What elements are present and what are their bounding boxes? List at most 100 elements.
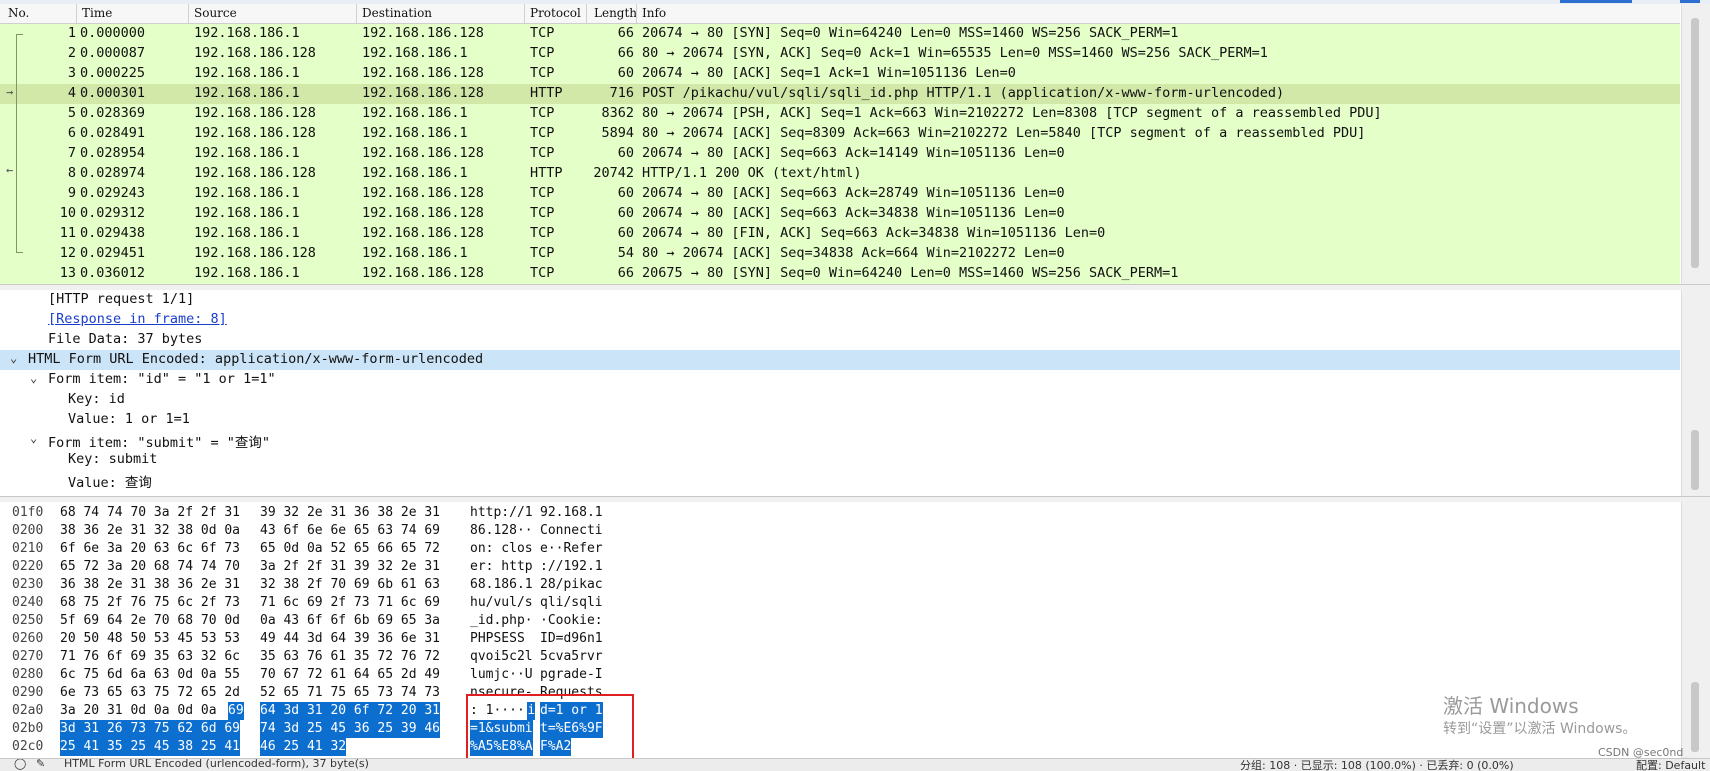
packet-cell-len: 66 <box>617 265 634 281</box>
packet-list[interactable]: No. Time Source Destination Protocol Len… <box>0 0 1710 284</box>
byte-row[interactable]: 02a0 3a 20 31 0d 0a 0d 0a 69 64 3d 31 20 6f… <box>0 702 1680 720</box>
packet-cell-no: 3 <box>67 65 76 81</box>
byte-row[interactable]: 02c0 25 41 35 25 45 38 25 41 46 25 41 32 %A… <box>0 738 1680 756</box>
packet-cell-no: 7 <box>67 145 76 161</box>
detail-form-item-submit[interactable]: ⌄ Form item: "submit" = "查询" <box>0 430 1680 451</box>
packet-cell-time: 0.028491 <box>80 125 146 141</box>
packet-row[interactable]: 13 0.036012 192.168.186.1 192.168.186.128 TC… <box>0 264 1680 284</box>
packet-cell-info: 80 → 20674 [SYN, ACK] Seq=0 Ack=1 Win=65… <box>642 45 1268 61</box>
packet-row[interactable]: 3 0.000225 192.168.186.1 192.168.186.128 TCP… <box>0 64 1680 84</box>
column-time[interactable]: Time <box>82 6 112 20</box>
toolbar-accent <box>1560 0 1632 3</box>
packet-cell-time: 0.028369 <box>80 105 146 121</box>
packet-cell-dst: 192.168.186.1 <box>362 125 468 141</box>
byte-row[interactable]: 0230 36 38 2e 31 38 36 2e 31 32 38 2f 70 6… <box>0 576 1680 594</box>
packet-row[interactable]: 4 0.000301 192.168.186.1 192.168.186.128 HTT… <box>0 84 1680 104</box>
packet-cell-dst: 192.168.186.128 <box>362 265 484 281</box>
detail-response-link[interactable]: [Response in frame: 8] <box>0 310 1680 330</box>
byte-hex-a: 6e 73 65 63 75 72 65 2d <box>60 685 241 700</box>
byte-row[interactable]: 0210 6f 6e 3a 20 63 6c 6f 73 65 0d 0a 52 6… <box>0 540 1680 558</box>
column-source[interactable]: Source <box>194 6 237 20</box>
packet-cell-dst: 192.168.186.128 <box>362 185 484 201</box>
packet-row[interactable]: 9 0.029243 192.168.186.1 192.168.186.128 TCP… <box>0 184 1680 204</box>
packet-row[interactable]: 6 0.028491 192.168.186.128 192.168.186.1 TCP… <box>0 124 1680 144</box>
packet-row[interactable]: 12 0.029451 192.168.186.128 192.168.186.1 TC… <box>0 244 1680 264</box>
byte-asc-b: qli/sqli <box>540 595 603 610</box>
packet-cell-time: 0.000000 <box>80 25 146 41</box>
detail-value-id[interactable]: Value: 1 or 1=1 <box>0 410 1680 430</box>
status-packet-counts: 分组: 108 · 已显示: 108 (100.0%) · 已丢弃: 0 (0.… <box>1240 759 1514 771</box>
scrollbar-thumb[interactable] <box>1691 430 1699 490</box>
scrollbar-thumb[interactable] <box>1691 682 1699 752</box>
byte-row[interactable]: 02b0 3d 31 26 73 75 62 6d 69 74 3d 25 45 3… <box>0 720 1680 738</box>
byte-row[interactable]: 0240 68 75 2f 76 75 6c 2f 73 71 6c 69 2f 7… <box>0 594 1680 612</box>
packet-cell-no: 5 <box>67 105 76 121</box>
packet-row[interactable]: 7 0.028954 192.168.186.1 192.168.186.128 TCP… <box>0 144 1680 164</box>
packet-row[interactable]: 1 0.000000 192.168.186.1 192.168.186.128 TCP… <box>0 24 1680 44</box>
packet-row[interactable]: 11 0.029438 192.168.186.1 192.168.186.128 TC… <box>0 224 1680 244</box>
byte-asc-a: er: http <box>470 559 533 574</box>
byte-off: 0290 <box>12 685 44 700</box>
packet-list-header: No. Time Source Destination Protocol Len… <box>0 4 1680 24</box>
byte-off: 0230 <box>12 577 44 592</box>
packet-cell-proto: HTTP <box>530 85 563 101</box>
byte-row[interactable]: 0260 20 50 48 50 53 45 53 53 49 44 3d 64 3… <box>0 630 1680 648</box>
detail-key-id[interactable]: Key: id <box>0 390 1680 410</box>
byte-hex-b: 70 67 72 61 64 65 2d 49 <box>260 667 441 682</box>
details-scrollbar[interactable] <box>1681 290 1710 496</box>
packet-cell-info: 80 → 20674 [PSH, ACK] Seq=1 Ack=663 Win=… <box>642 105 1382 121</box>
packet-cell-no: 12 <box>59 245 76 261</box>
response-frame-link[interactable]: [Response in frame: 8] <box>48 311 227 327</box>
detail-form-item-id[interactable]: ⌄ Form item: "id" = "1 or 1=1" <box>0 370 1680 390</box>
expert-info-icon[interactable]: ✎ <box>36 759 45 770</box>
status-profile[interactable]: 配置: Default <box>1636 759 1705 771</box>
column-no[interactable]: No. <box>8 6 29 20</box>
detail-value-submit[interactable]: Value: 查询 <box>0 470 1680 491</box>
packet-cell-len: 66 <box>617 25 634 41</box>
byte-off: 0210 <box>12 541 44 556</box>
packet-cell-len: 60 <box>617 225 634 241</box>
byte-row[interactable]: 0280 6c 75 6d 6a 63 0d 0a 55 70 67 72 61 6… <box>0 666 1680 684</box>
packet-cell-len: 60 <box>617 185 634 201</box>
packet-row[interactable]: 2 0.000087 192.168.186.128 192.168.186.1 TCP… <box>0 44 1680 64</box>
chevron-down-icon[interactable]: ⌄ <box>10 351 17 365</box>
column-info[interactable]: Info <box>642 6 666 20</box>
packet-cell-src: 192.168.186.1 <box>194 205 300 221</box>
conversation-bracket-top <box>16 34 23 35</box>
packet-cell-proto: TCP <box>530 205 555 221</box>
column-destination[interactable]: Destination <box>362 6 432 20</box>
packet-cell-no: 9 <box>67 185 76 201</box>
byte-hex-b: 39 32 2e 31 36 38 2e 31 <box>260 505 441 520</box>
byte-asc-a: _id.php· <box>470 613 533 628</box>
packet-list-scrollbar[interactable] <box>1681 4 1710 284</box>
column-protocol[interactable]: Protocol <box>530 6 581 20</box>
byte-row[interactable]: 0250 5f 69 64 2e 70 68 70 0d 0a 43 6f 6f 6… <box>0 612 1680 630</box>
byte-row[interactable]: 01f0 68 74 74 70 3a 2f 2f 31 39 32 2e 31 3… <box>0 504 1680 522</box>
packet-details[interactable]: [HTTP request 1/1] [Response in frame: 8… <box>0 290 1710 496</box>
chevron-down-icon[interactable]: ⌄ <box>30 431 37 445</box>
byte-row[interactable]: 0220 65 72 3a 20 68 74 74 70 3a 2f 2f 31 3… <box>0 558 1680 576</box>
byte-row[interactable]: 0270 71 76 6f 69 35 63 32 6c 35 63 76 61 3… <box>0 648 1680 666</box>
detail-key-submit[interactable]: Key: submit <box>0 450 1680 470</box>
packet-row[interactable]: 5 0.028369 192.168.186.128 192.168.186.1 TCP… <box>0 104 1680 124</box>
detail-http-request[interactable]: [HTTP request 1/1] <box>0 290 1680 310</box>
status-indicator-icon[interactable]: ◯ <box>14 759 26 770</box>
byte-off: 0250 <box>12 613 44 628</box>
detail-file-data[interactable]: File Data: 37 bytes <box>0 330 1680 350</box>
packet-cell-no: 2 <box>67 45 76 61</box>
packet-cell-time: 0.029243 <box>80 185 146 201</box>
byte-hex-a: 6c 75 6d 6a 63 0d 0a 55 <box>60 667 241 682</box>
byte-hex-a: 36 38 2e 31 38 36 2e 31 <box>60 577 241 592</box>
packet-cell-proto: TCP <box>530 65 555 81</box>
scrollbar-thumb[interactable] <box>1691 18 1699 268</box>
detail-form-urlencoded[interactable]: ⌄ HTML Form URL Encoded: application/x-w… <box>0 350 1680 370</box>
packet-cell-info: HTTP/1.1 200 OK (text/html) <box>642 165 862 181</box>
column-length[interactable]: Length <box>594 6 637 20</box>
bytes-scrollbar[interactable] <box>1681 502 1710 758</box>
packet-row[interactable]: 8 0.028974 192.168.186.128 192.168.186.1 HTT… <box>0 164 1680 184</box>
packet-row[interactable]: 10 0.029312 192.168.186.1 192.168.186.128 TC… <box>0 204 1680 224</box>
byte-hex-b: 43 6f 6e 6e 65 63 74 69 <box>260 523 441 538</box>
byte-row[interactable]: 0200 38 36 2e 31 32 38 0d 0a 43 6f 6e 6e 6… <box>0 522 1680 540</box>
chevron-down-icon[interactable]: ⌄ <box>30 371 37 385</box>
byte-row[interactable]: 0290 6e 73 65 63 75 72 65 2d 52 65 71 75 6… <box>0 684 1680 702</box>
